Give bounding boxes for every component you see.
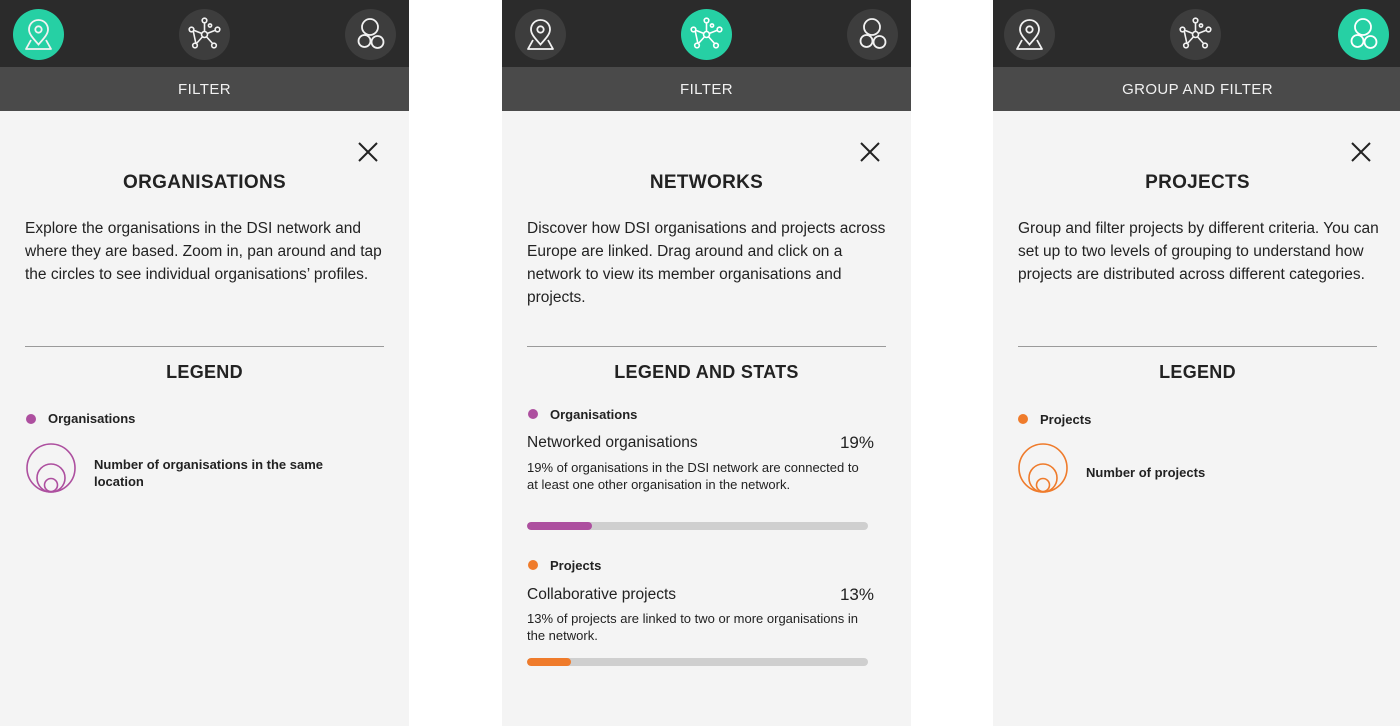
divider bbox=[25, 346, 384, 347]
legend-organisations-label: Organisations bbox=[48, 411, 136, 426]
collaborative-projects-percent: 13% bbox=[839, 585, 874, 604]
network-icon bbox=[1179, 17, 1212, 49]
tab-networks[interactable] bbox=[1170, 9, 1221, 60]
tab-map[interactable] bbox=[1004, 9, 1055, 60]
network-icon bbox=[690, 17, 723, 49]
tab-networks[interactable] bbox=[179, 9, 230, 60]
view-tab-bar bbox=[993, 0, 1400, 67]
description: Discover how DSI organisations and proje… bbox=[527, 220, 886, 306]
tab-networks[interactable] bbox=[681, 9, 732, 60]
page-title: ORGANISATIONS bbox=[123, 172, 286, 193]
legend-title: LEGEND bbox=[166, 362, 243, 382]
progress-fill bbox=[527, 522, 592, 530]
network-icon bbox=[188, 17, 221, 49]
legend-title: LEGEND AND STATS bbox=[614, 362, 799, 382]
nested-circles-icon bbox=[1018, 443, 1068, 493]
projects-dot bbox=[1018, 414, 1028, 424]
page-title: PROJECTS bbox=[1145, 172, 1250, 193]
view-tab-bar bbox=[0, 0, 409, 67]
tab-projects[interactable] bbox=[1338, 9, 1389, 60]
projects-panel: GROUP AND FILTER PROJECTS Group and filt… bbox=[993, 0, 1400, 726]
circles-group-icon bbox=[1350, 18, 1378, 49]
circles-group-icon bbox=[859, 18, 887, 49]
networked-organisations-progress bbox=[527, 522, 868, 530]
organisations-panel: FILTER ORGANISATIONS Explore the organis… bbox=[0, 0, 409, 726]
close-icon[interactable] bbox=[858, 140, 882, 164]
legend-projects-label: Projects bbox=[1040, 412, 1092, 427]
filter-bar[interactable]: FILTER bbox=[0, 67, 409, 111]
tab-map[interactable] bbox=[13, 9, 64, 60]
organisations-dot bbox=[26, 414, 36, 424]
view-tab-bar bbox=[502, 0, 911, 67]
divider bbox=[1018, 346, 1377, 347]
collaborative-projects-description: 13% of projects are linked to two or mor… bbox=[527, 611, 858, 643]
tab-map[interactable] bbox=[515, 9, 566, 60]
nested-circles-icon bbox=[26, 443, 76, 493]
divider bbox=[527, 346, 886, 347]
tab-projects[interactable] bbox=[345, 9, 396, 60]
circles-group-icon bbox=[357, 18, 385, 49]
tab-projects[interactable] bbox=[847, 9, 898, 60]
legend-title: LEGEND bbox=[1159, 362, 1236, 382]
group-and-filter-bar[interactable]: GROUP AND FILTER bbox=[993, 67, 1400, 111]
networked-organisations-percent: 19% bbox=[839, 433, 874, 452]
stat-organisations-label: Organisations bbox=[550, 407, 638, 422]
description: Group and filter projects by different c… bbox=[1018, 220, 1379, 283]
projects-dot bbox=[528, 560, 538, 570]
map-pin-icon bbox=[1016, 19, 1043, 50]
collaborative-projects-progress bbox=[527, 658, 868, 666]
stat-projects-label: Projects bbox=[550, 558, 602, 573]
map-pin-icon bbox=[25, 19, 52, 50]
map-pin-icon bbox=[527, 19, 554, 50]
networked-organisations-description: 19% of organisations in the DSI network … bbox=[527, 460, 859, 492]
collaborative-projects-label: Collaborative projects bbox=[527, 586, 677, 603]
close-icon[interactable] bbox=[356, 140, 380, 164]
networked-organisations-label: Networked organisations bbox=[527, 434, 698, 451]
organisations-dot bbox=[528, 409, 538, 419]
filter-bar[interactable]: FILTER bbox=[502, 67, 911, 111]
legend-circle-label: Number of projects bbox=[1086, 465, 1206, 480]
progress-fill bbox=[527, 658, 572, 666]
description: Explore the organisations in the DSI net… bbox=[25, 220, 382, 283]
close-icon[interactable] bbox=[1349, 140, 1373, 164]
page-title: NETWORKS bbox=[649, 172, 764, 193]
networks-panel: FILTER NETWORKS Discover how DSI organis… bbox=[502, 0, 911, 726]
legend-circle-label: Number of organisations in the same loca… bbox=[94, 457, 323, 489]
